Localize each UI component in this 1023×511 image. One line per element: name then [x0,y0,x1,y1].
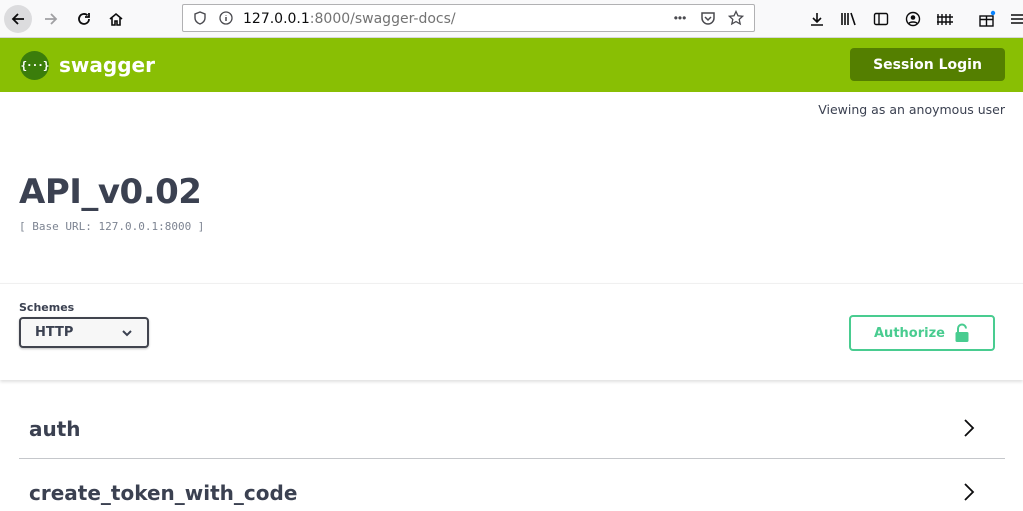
session-login-button[interactable]: Session Login [850,48,1005,81]
user-status-text: Viewing as an anoymous user [818,102,1005,117]
library-icon[interactable] [838,8,860,30]
home-icon [109,12,123,26]
scheme-select-value: HTTP [35,325,74,340]
base-url: [ Base URL: 127.0.0.1:8000 ] [19,220,205,233]
chevron-right-icon[interactable] [963,482,975,502]
authorize-button[interactable]: Authorize [849,315,995,351]
tag-section-create-token-with-code[interactable]: create_token_with_code [19,459,1005,511]
pocket-icon[interactable] [697,7,719,29]
account-icon[interactable] [902,8,924,30]
reload-icon [78,13,90,25]
back-arrow-icon [11,13,24,25]
bookmark-star-icon[interactable] [725,7,747,29]
hamburger-menu-icon[interactable] [1006,8,1023,30]
extension-icon[interactable] [934,8,956,30]
chevron-down-icon [122,330,132,337]
url-text[interactable]: 127.0.0.1:8000/swagger-docs/ [243,11,456,27]
reload-button[interactable] [70,5,98,33]
scheme-select[interactable]: HTTP [19,317,149,348]
browser-toolbar: 127.0.0.1:8000/swagger-docs/ ••• [0,0,1023,38]
tag-name: create_token_with_code [29,481,298,505]
swagger-logo-text: swagger [59,53,155,77]
forward-button[interactable] [37,5,65,33]
scheme-container: Schemes HTTP Authorize [0,283,1023,380]
page-actions-menu-icon[interactable]: ••• [669,7,691,29]
chevron-right-icon[interactable] [963,418,975,438]
shield-icon[interactable] [189,7,211,29]
sidebar-icon[interactable] [870,8,892,30]
swagger-topbar: {···} swagger Session Login [0,38,1023,92]
lock-open-icon [955,323,969,342]
home-button[interactable] [102,5,130,33]
downloads-icon[interactable] [806,8,828,30]
info-icon[interactable] [215,7,237,29]
tag-name: auth [29,417,81,441]
gift-icon[interactable] [976,8,998,30]
back-button[interactable] [4,5,32,33]
schemes-label: Schemes [19,301,75,314]
forward-arrow-icon [45,13,58,25]
api-title: API_v0.02 [19,172,202,212]
url-bar[interactable]: 127.0.0.1:8000/swagger-docs/ ••• [182,4,755,32]
swagger-logo-icon: {···} [20,51,50,80]
url-host: 127.0.0.1 [243,11,310,27]
tag-section-auth[interactable]: auth [19,395,1005,459]
authorize-label: Authorize [874,325,945,341]
url-path: :8000/swagger-docs/ [309,11,456,27]
